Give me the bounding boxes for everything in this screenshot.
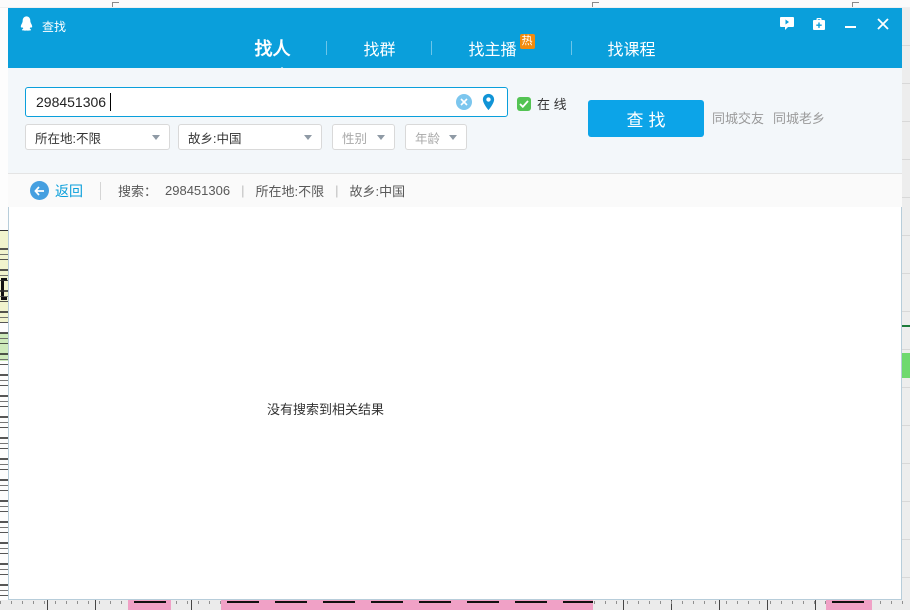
location-pin-icon[interactable] (481, 93, 496, 111)
window-identity: 查找 (18, 15, 66, 37)
online-label: 在 线 (537, 94, 567, 113)
search-field-wrap (25, 87, 508, 117)
background-corner-mark (592, 2, 599, 7)
tab-find-people[interactable]: 找人 (240, 35, 304, 61)
hot-badge: 热 (520, 34, 535, 49)
summary-separator: | (335, 183, 338, 198)
link-same-city-hometown[interactable]: 同城老乡 (773, 108, 825, 127)
filter-hometown-dropdown[interactable]: 故乡:中国 (178, 124, 322, 150)
window-title: 查找 (42, 18, 66, 35)
minimize-icon[interactable] (843, 16, 858, 31)
tab-bar: 找人 找群 找主播热 找课程 (8, 35, 902, 61)
find-dialog: 查找 找人 找群 找主播热 找课程 (8, 8, 902, 600)
background-text-fragments (0, 248, 8, 600)
qq-penguin-icon (18, 15, 35, 37)
find-button[interactable]: 查找 (588, 100, 704, 137)
back-button[interactable]: 返回 (30, 181, 83, 201)
result-summary-bar: 返回 搜索： 298451306 | 所在地:不限 | 故乡:中国 (8, 173, 902, 207)
close-icon[interactable] (875, 16, 890, 31)
chevron-down-icon (304, 135, 312, 140)
tab-separator (571, 41, 572, 55)
background-window-right-strip (902, 8, 910, 600)
summary-query: 298451306 (165, 183, 230, 198)
tab-find-courses[interactable]: 找课程 (594, 36, 670, 60)
filter-row: 所在地:不限 故乡:中国 性别 年龄 (25, 124, 467, 150)
online-checkbox-group[interactable]: 在 线 (517, 94, 567, 113)
bar-divider (100, 182, 101, 200)
link-same-city-friends[interactable]: 同城交友 (712, 108, 764, 127)
background-green-line (902, 325, 910, 327)
summary-location: 所在地:不限 (255, 181, 324, 200)
background-corner-mark (852, 2, 859, 7)
window-controls (779, 16, 890, 31)
background-pink-bar (128, 600, 171, 610)
background-gantt-strip (0, 600, 910, 610)
tab-find-groups[interactable]: 找群 (349, 36, 409, 60)
tab-find-streamers[interactable]: 找主播热 (454, 36, 548, 60)
search-input[interactable] (25, 87, 508, 117)
chevron-down-icon (377, 135, 385, 140)
online-checkbox[interactable] (517, 97, 531, 111)
feedback-icon[interactable] (779, 16, 794, 31)
results-area: 没有搜索到相关结果 (9, 207, 901, 599)
background-window-left-strip (0, 8, 8, 600)
filter-age-dropdown[interactable]: 年龄 (405, 124, 467, 150)
search-summary: 搜索： 298451306 | 所在地:不限 | 故乡:中国 (118, 181, 405, 200)
summary-prefix: 搜索： (118, 181, 157, 200)
background-corner-mark (112, 2, 119, 7)
chevron-down-icon (449, 135, 457, 140)
search-form: 在 线 所在地:不限 故乡:中国 性别 年龄 查找 同城交友 同城老乡 (8, 68, 902, 173)
filter-gender-dropdown[interactable]: 性别 (332, 124, 395, 150)
back-arrow-icon (30, 181, 49, 200)
clear-icon[interactable] (456, 94, 472, 110)
quick-links: 同城交友 同城老乡 (712, 108, 825, 127)
text-cursor (110, 93, 111, 111)
empty-results-message: 没有搜索到相关结果 (267, 399, 384, 418)
summary-hometown: 故乡:中国 (350, 181, 406, 200)
security-kit-icon[interactable] (811, 16, 826, 31)
chevron-down-icon (152, 135, 160, 140)
background-pink-bar (221, 600, 593, 610)
background-green-cell (902, 353, 910, 378)
filter-location-dropdown[interactable]: 所在地:不限 (25, 124, 170, 150)
back-label: 返回 (55, 181, 83, 201)
background-window-top-strip (0, 0, 910, 8)
tab-separator (326, 41, 327, 55)
tab-separator (431, 41, 432, 55)
background-pink-bar (826, 600, 872, 610)
summary-separator: | (241, 183, 244, 198)
titlebar: 查找 找人 找群 找主播热 找课程 (8, 8, 902, 68)
